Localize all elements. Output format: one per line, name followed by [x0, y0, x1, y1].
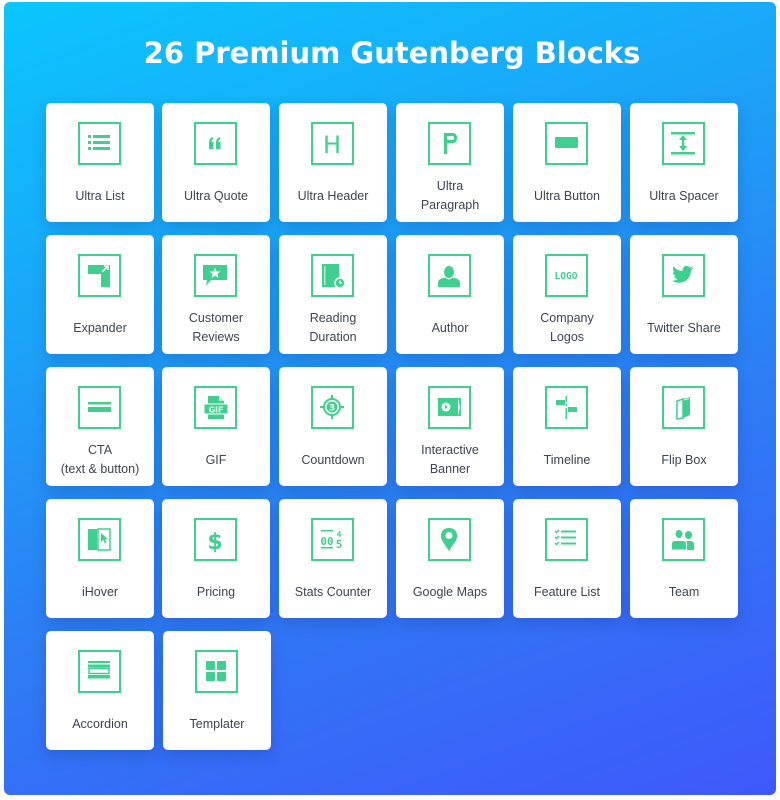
- block-label-line: Interactive: [421, 443, 479, 457]
- flip-box-icon: [662, 386, 705, 429]
- countdown-icon: 3: [311, 386, 354, 429]
- block-label: Team: [668, 584, 700, 599]
- block-card-ultra-paragraph[interactable]: Ultra Paragraph: [396, 103, 504, 222]
- user-icon: [428, 254, 471, 297]
- svg-text:GIF: GIF: [208, 406, 223, 415]
- block-card-pricing[interactable]: $ Pricing: [162, 499, 270, 618]
- block-label-line: Reviews: [192, 330, 240, 344]
- block-label: Company Logos: [515, 307, 619, 349]
- block-label: Ultra Header: [297, 188, 369, 203]
- banner-play-icon: [428, 386, 471, 429]
- svg-text:3: 3: [329, 404, 335, 414]
- svg-text:00: 00: [321, 535, 334, 548]
- block-card-templater[interactable]: Templater: [163, 631, 271, 750]
- block-label-line: Reading: [309, 311, 357, 325]
- page-title: 26 Premium Gutenberg Blocks: [143, 36, 641, 70]
- block-label: iHover: [81, 584, 119, 599]
- review-star-icon: [194, 254, 237, 297]
- block-label: Ultra Paragraph: [398, 175, 502, 217]
- block-label: Timeline: [543, 452, 591, 467]
- spacer-icon: [662, 122, 705, 165]
- book-clock-icon: [311, 254, 354, 297]
- block-label-line: Customer: [188, 311, 244, 325]
- block-label-line: CTA: [87, 443, 113, 457]
- block-label: Flip Box: [661, 452, 707, 467]
- expander-icon: [78, 254, 121, 297]
- block-label-line: (text & button): [60, 462, 140, 476]
- dollar-icon: $: [194, 518, 237, 561]
- grid-icon: [195, 650, 238, 693]
- block-label-line: Banner: [429, 462, 471, 476]
- block-card-customer-reviews[interactable]: Customer Reviews: [162, 235, 270, 354]
- quote-icon: [194, 122, 237, 165]
- block-label: Author: [431, 320, 469, 335]
- block-label: Ultra List: [75, 188, 125, 203]
- block-label: Accordion: [72, 716, 128, 731]
- block-label: Google Maps: [412, 584, 488, 599]
- svg-text:$: $: [207, 530, 222, 555]
- block-label-line: Paragraph: [420, 198, 480, 212]
- block-label: GIF: [205, 452, 227, 467]
- list-icon: [78, 122, 121, 165]
- block-card-reading-duration[interactable]: Reading Duration: [279, 235, 387, 354]
- block-card-ihover[interactable]: iHover: [46, 499, 154, 618]
- block-card-cta-text-button[interactable]: CTA (text & button): [46, 367, 154, 486]
- svg-text:5: 5: [336, 538, 343, 551]
- accordion-icon: [78, 650, 121, 693]
- block-label: Feature List: [533, 584, 600, 599]
- block-card-gif[interactable]: GIF GIF: [162, 367, 270, 486]
- logo-icon: LOGO: [545, 254, 588, 297]
- block-label: Ultra Quote: [184, 188, 248, 203]
- block-label: Reading Duration: [281, 307, 385, 349]
- block-card-countdown[interactable]: 3 Countdown: [279, 367, 387, 486]
- block-card-team[interactable]: Team: [630, 499, 738, 618]
- block-card-company-logos[interactable]: LOGO Company Logos: [513, 235, 621, 354]
- svg-text:H: H: [323, 131, 341, 159]
- block-card-feature-list[interactable]: Feature List: [513, 499, 621, 618]
- block-label: Countdown: [301, 452, 365, 467]
- block-card-ultra-list[interactable]: Ultra List: [46, 103, 154, 222]
- team-icon: [662, 518, 705, 561]
- blocks-panel: 26 Premium Gutenberg Blocks Ultra List U…: [4, 2, 776, 795]
- header-h-icon: H: [311, 122, 354, 165]
- button-icon: [545, 122, 588, 165]
- twitter-icon: [662, 254, 705, 297]
- block-label-line: Ultra: [436, 179, 464, 193]
- checklist-icon: [545, 518, 588, 561]
- block-label: Expander: [73, 320, 127, 335]
- gif-file-icon: GIF: [194, 386, 237, 429]
- block-card-timeline[interactable]: Timeline: [513, 367, 621, 486]
- svg-text:LOGO: LOGO: [555, 271, 578, 282]
- block-card-interactive-banner[interactable]: Interactive Banner: [396, 367, 504, 486]
- block-card-ultra-spacer[interactable]: Ultra Spacer: [630, 103, 738, 222]
- map-pin-icon: [428, 518, 471, 561]
- block-label: Customer Reviews: [164, 307, 268, 349]
- block-label: Ultra Button: [533, 188, 600, 203]
- cta-icon: [78, 386, 121, 429]
- block-label: Twitter Share: [647, 320, 721, 335]
- block-label-line: Logos: [549, 330, 585, 344]
- hover-cursor-icon: [78, 518, 121, 561]
- counter-icon: 00 4 5: [311, 518, 354, 561]
- block-label: Pricing: [196, 584, 236, 599]
- block-label: Stats Counter: [294, 584, 372, 599]
- block-card-twitter-share[interactable]: Twitter Share: [630, 235, 738, 354]
- block-card-author[interactable]: Author: [396, 235, 504, 354]
- block-card-google-maps[interactable]: Google Maps: [396, 499, 504, 618]
- block-card-ultra-header[interactable]: H Ultra Header: [279, 103, 387, 222]
- block-card-expander[interactable]: Expander: [46, 235, 154, 354]
- block-card-ultra-quote[interactable]: Ultra Quote: [162, 103, 270, 222]
- block-card-stats-counter[interactable]: 00 4 5 Stats Counter: [279, 499, 387, 618]
- block-label: CTA (text & button): [48, 439, 152, 481]
- block-label: Templater: [189, 716, 245, 731]
- block-label-line: Duration: [309, 330, 357, 344]
- paragraph-p-icon: [428, 122, 471, 165]
- block-card-accordion[interactable]: Accordion: [46, 631, 154, 750]
- block-card-ultra-button[interactable]: Ultra Button: [513, 103, 621, 222]
- block-label-line: Company: [540, 311, 594, 325]
- timeline-icon: [545, 386, 588, 429]
- block-label: Ultra Spacer: [649, 188, 719, 203]
- block-label: Interactive Banner: [398, 439, 502, 481]
- block-card-flip-box[interactable]: Flip Box: [630, 367, 738, 486]
